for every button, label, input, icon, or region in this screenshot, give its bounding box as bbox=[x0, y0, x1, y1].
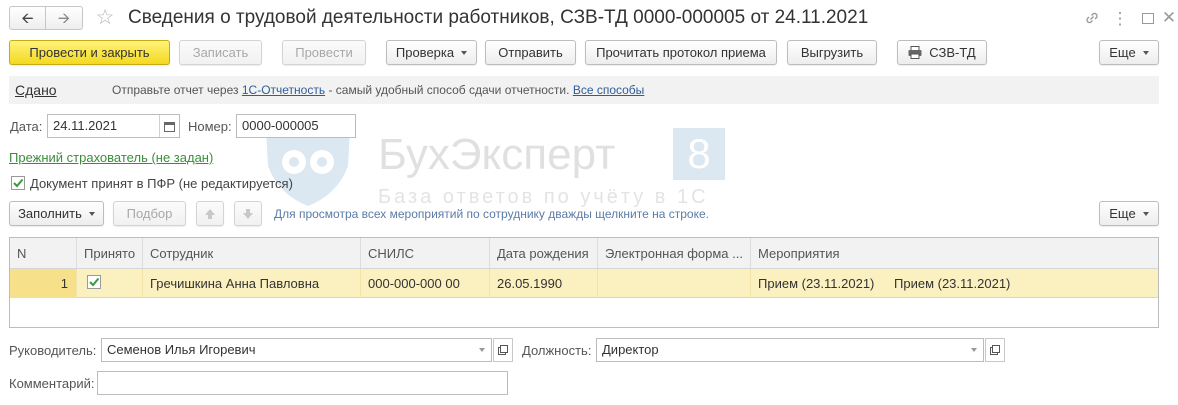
arrow-left-icon: 🡨 bbox=[21, 9, 34, 27]
move-up-button[interactable] bbox=[196, 201, 224, 226]
status-panel: Сдано Отправьте отчет через 1С-Отчетност… bbox=[9, 76, 1159, 104]
arrow-up-icon bbox=[205, 208, 215, 219]
comment-field[interactable] bbox=[97, 371, 508, 395]
close-button[interactable]: ✕ bbox=[1160, 7, 1178, 27]
back-button[interactable]: 🡨 bbox=[10, 7, 46, 29]
watermark-badge: 8 bbox=[673, 128, 725, 180]
arrow-right-icon: 🡪 bbox=[57, 9, 71, 27]
row-accepted-checkbox[interactable] bbox=[87, 275, 101, 289]
cell-n: 1 bbox=[10, 269, 77, 298]
checkmark-icon bbox=[13, 178, 24, 188]
table-more-button[interactable]: Еще bbox=[1099, 201, 1159, 226]
manager-open-button[interactable] bbox=[493, 338, 513, 362]
chevron-down-icon bbox=[1142, 211, 1149, 216]
prev-insurer-link[interactable]: Прежний страхователь (не задан) bbox=[9, 150, 213, 165]
open-form-icon bbox=[498, 345, 508, 355]
column-header-accepted[interactable]: Принято bbox=[77, 238, 143, 268]
number-field[interactable]: 0000-000005 bbox=[236, 114, 356, 138]
watermark-title: БухЭксперт bbox=[378, 130, 616, 179]
table-row[interactable]: 1 Гречишкина Анна Павловна 000-000-000 0… bbox=[10, 269, 1158, 298]
checkmark-icon bbox=[89, 277, 100, 287]
calendar-button[interactable] bbox=[159, 115, 179, 137]
number-label: Номер: bbox=[188, 119, 232, 134]
cell-employee: Гречишкина Анна Павловна bbox=[143, 269, 361, 298]
nav-group: 🡨 🡪 bbox=[9, 6, 83, 30]
select-button[interactable]: Подбор bbox=[113, 201, 186, 226]
post-button[interactable]: Провести bbox=[282, 40, 366, 65]
position-open-button[interactable] bbox=[985, 338, 1005, 362]
chevron-down-icon bbox=[88, 211, 95, 216]
save-button[interactable]: Записать bbox=[179, 40, 262, 65]
cell-event-2: Прием (23.11.2021) bbox=[894, 276, 1011, 291]
star-icon: ☆ bbox=[95, 5, 115, 29]
link-icon bbox=[1086, 12, 1098, 24]
cell-e-form bbox=[598, 269, 751, 298]
read-protocol-button[interactable]: Прочитать протокол приема bbox=[585, 40, 777, 65]
date-field[interactable]: 24.11.2021 bbox=[47, 114, 180, 138]
manager-field[interactable]: Семенов Илья Игоревич bbox=[101, 338, 492, 362]
more-actions-button[interactable]: Еще bbox=[1099, 40, 1159, 65]
table-hint: Для просмотра всех мероприятий по сотруд… bbox=[274, 207, 709, 221]
send-button[interactable]: Отправить bbox=[485, 40, 576, 65]
window-title: Сведения о трудовой деятельности работни… bbox=[128, 7, 869, 28]
status-link[interactable]: Сдано bbox=[15, 82, 57, 98]
more-menu-button[interactable]: ⋮ bbox=[1111, 8, 1129, 28]
table-header: N Принято Сотрудник СНИЛС Дата рождения … bbox=[10, 238, 1158, 269]
export-button[interactable]: Выгрузить bbox=[787, 40, 877, 65]
comment-label: Комментарий: bbox=[9, 376, 95, 391]
cell-accepted bbox=[77, 269, 143, 298]
manager-label: Руководитель: bbox=[9, 343, 97, 358]
print-szv-button[interactable]: СЗВ-ТД bbox=[897, 40, 987, 65]
close-icon: ✕ bbox=[1161, 7, 1177, 27]
position-dropdown-button[interactable] bbox=[965, 339, 983, 361]
chevron-down-icon bbox=[461, 50, 468, 55]
check-button[interactable]: Проверка bbox=[386, 40, 477, 65]
position-label: Должность: bbox=[522, 343, 592, 358]
cell-snils: 000-000-000 00 bbox=[361, 269, 490, 298]
column-header-snils[interactable]: СНИЛС bbox=[361, 238, 490, 268]
manager-dropdown-button[interactable] bbox=[473, 339, 491, 361]
printer-icon bbox=[908, 46, 922, 59]
column-header-events[interactable]: Мероприятия bbox=[751, 238, 1158, 268]
column-header-birth-date[interactable]: Дата рождения bbox=[490, 238, 598, 268]
link-button[interactable] bbox=[1081, 8, 1103, 28]
watermark-subtitle: База ответов по учёту в 1С bbox=[378, 186, 709, 208]
open-form-icon bbox=[990, 345, 1000, 355]
maximize-button[interactable] bbox=[1138, 8, 1158, 28]
arrow-down-icon bbox=[243, 208, 253, 219]
vertical-dots-icon: ⋮ bbox=[1111, 8, 1129, 28]
chevron-down-icon bbox=[971, 348, 977, 352]
accepted-label: Документ принят в ПФР (не редактируется) bbox=[30, 176, 293, 191]
title-bar: 🡨 🡪 ☆ Сведения о трудовой деятельности р… bbox=[0, 0, 1178, 38]
status-message: Отправьте отчет через 1С-Отчетность - са… bbox=[112, 83, 645, 97]
calendar-icon bbox=[164, 121, 175, 132]
chevron-down-icon bbox=[1142, 50, 1149, 55]
cell-birth-date: 26.05.1990 bbox=[490, 269, 598, 298]
position-field[interactable]: Директор bbox=[596, 338, 984, 362]
accepted-checkbox[interactable] bbox=[11, 176, 25, 190]
column-header-n[interactable]: N bbox=[10, 238, 77, 268]
column-header-employee[interactable]: Сотрудник bbox=[143, 238, 361, 268]
column-header-e-form[interactable]: Электронная форма ... bbox=[598, 238, 751, 268]
post-and-close-button[interactable]: Провести и закрыть bbox=[9, 40, 170, 65]
fill-button[interactable]: Заполнить bbox=[9, 201, 104, 226]
move-down-button[interactable] bbox=[234, 201, 262, 226]
favorite-star-button[interactable]: ☆ bbox=[92, 4, 118, 30]
all-methods-link[interactable]: Все способы bbox=[573, 83, 645, 97]
service-link[interactable]: 1С-Отчетность bbox=[242, 83, 325, 97]
window-icon bbox=[1142, 12, 1154, 24]
cell-event-1: Прием (23.11.2021) bbox=[758, 276, 875, 291]
date-label: Дата: bbox=[10, 119, 43, 134]
owl-shield-logo bbox=[266, 126, 350, 206]
employees-table: N Принято Сотрудник СНИЛС Дата рождения … bbox=[9, 237, 1159, 328]
forward-button[interactable]: 🡪 bbox=[46, 7, 82, 29]
chevron-down-icon bbox=[479, 348, 485, 352]
